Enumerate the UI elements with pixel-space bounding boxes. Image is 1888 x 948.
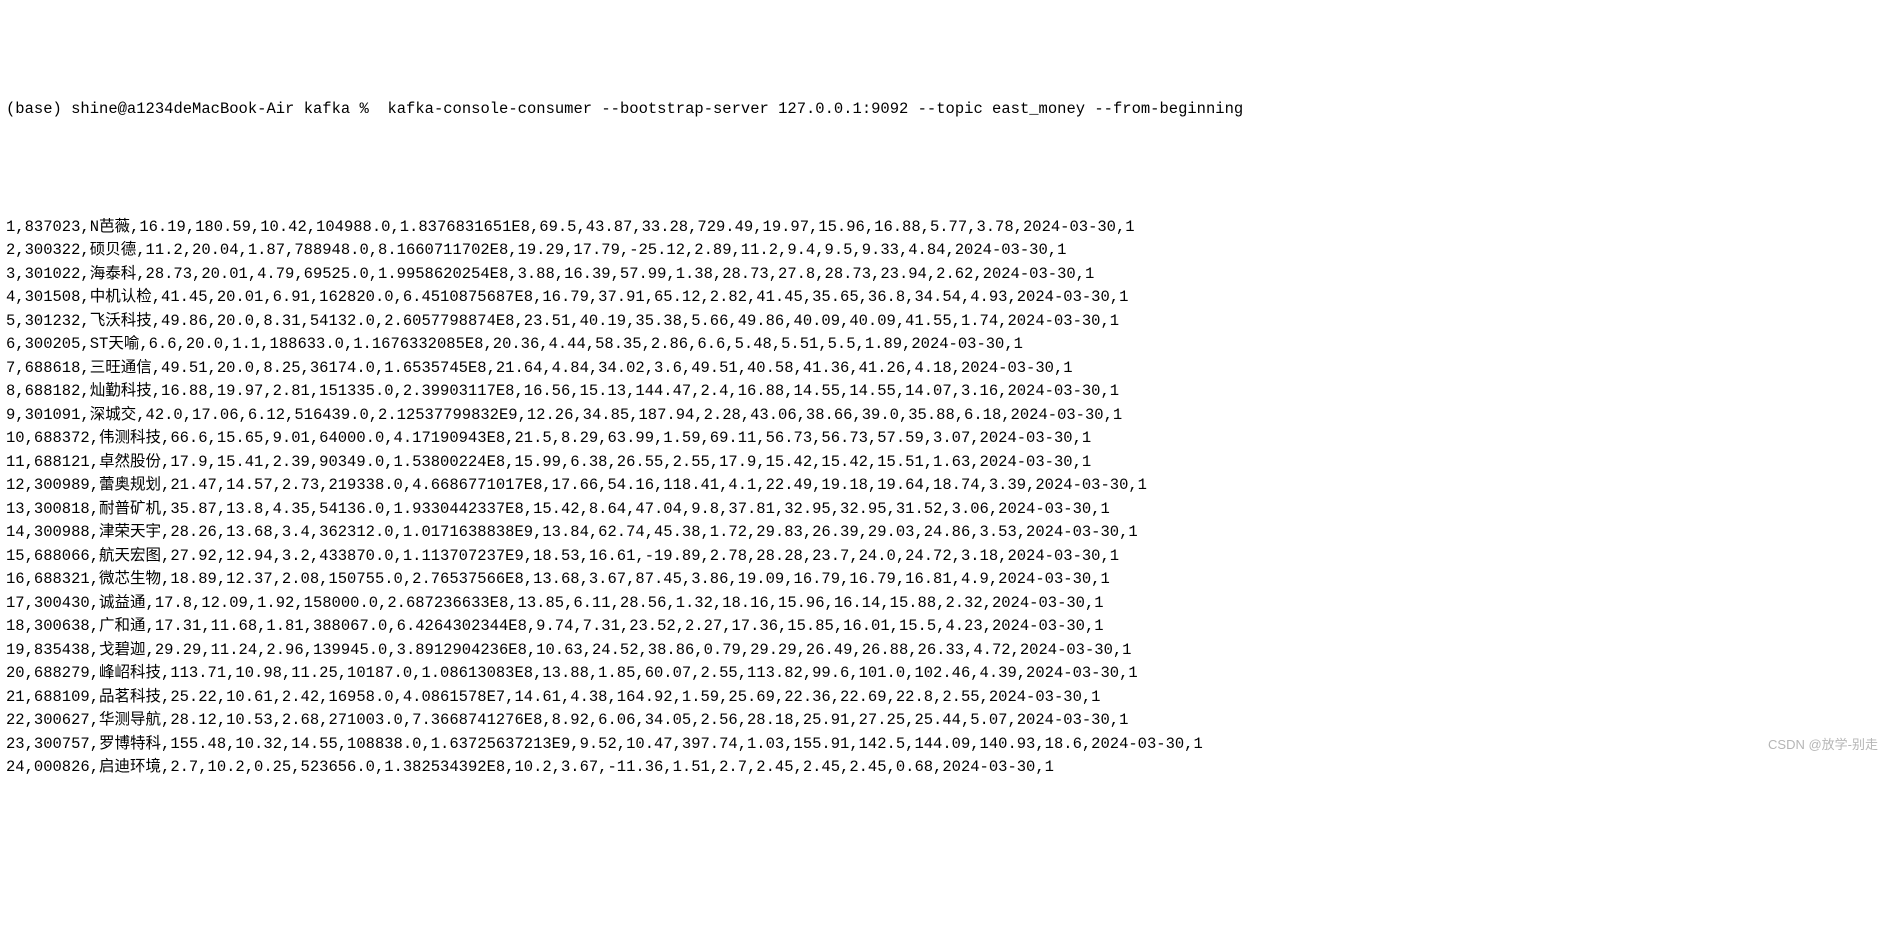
output-line: 4,301508,中机认检,41.45,20.01,6.91,162820.0,… <box>6 286 1882 310</box>
output-line: 22,300627,华测导航,28.12,10.53,2.68,271003.0… <box>6 709 1882 733</box>
prompt-env: (base) <box>6 100 62 118</box>
output-line: 16,688321,微芯生物,18.89,12.37,2.08,150755.0… <box>6 568 1882 592</box>
output-line: 20,688279,峰岹科技,113.71,10.98,11.25,10187.… <box>6 662 1882 686</box>
output-lines: 1,837023,N芭薇,16.19,180.59,10.42,104988.0… <box>6 216 1882 780</box>
prompt-user-host: shine@a1234deMacBook-Air <box>71 100 294 118</box>
output-line: 24,000826,启迪环境,2.7,10.2,0.25,523656.0,1.… <box>6 756 1882 780</box>
output-line: 2,300322,硕贝德,11.2,20.04,1.87,788948.0,8.… <box>6 239 1882 263</box>
output-line: 1,837023,N芭薇,16.19,180.59,10.42,104988.0… <box>6 216 1882 240</box>
output-line: 8,688182,灿勤科技,16.88,19.97,2.81,151335.0,… <box>6 380 1882 404</box>
output-line: 5,301232,飞沃科技,49.86,20.0,8.31,54132.0,2.… <box>6 310 1882 334</box>
output-line: 9,301091,深城交,42.0,17.06,6.12,516439.0,2.… <box>6 404 1882 428</box>
output-line: 13,300818,耐普矿机,35.87,13.8,4.35,54136.0,1… <box>6 498 1882 522</box>
output-line: 11,688121,卓然股份,17.9,15.41,2.39,90349.0,1… <box>6 451 1882 475</box>
output-line: 14,300988,津荣天宇,28.26,13.68,3.4,362312.0,… <box>6 521 1882 545</box>
output-line: 23,300757,罗博特科,155.48,10.32,14.55,108838… <box>6 733 1882 757</box>
prompt-line: (base) shine@a1234deMacBook-Air kafka % … <box>6 98 1882 122</box>
output-line: 19,835438,戈碧迦,29.29,11.24,2.96,139945.0,… <box>6 639 1882 663</box>
output-line: 17,300430,诚益通,17.8,12.09,1.92,158000.0,2… <box>6 592 1882 616</box>
output-line: 18,300638,广和通,17.31,11.68,1.81,388067.0,… <box>6 615 1882 639</box>
output-line: 10,688372,伟测科技,66.6,15.65,9.01,64000.0,4… <box>6 427 1882 451</box>
output-line: 7,688618,三旺通信,49.51,20.0,8.25,36174.0,1.… <box>6 357 1882 381</box>
output-line: 15,688066,航天宏图,27.92,12.94,3.2,433870.0,… <box>6 545 1882 569</box>
output-line: 21,688109,品茗科技,25.22,10.61,2.42,16958.0,… <box>6 686 1882 710</box>
output-line: 12,300989,蕾奥规划,21.47,14.57,2.73,219338.0… <box>6 474 1882 498</box>
blank-gap <box>6 145 1882 192</box>
prompt-symbol: % <box>360 100 369 118</box>
prompt-cwd: kafka <box>304 100 351 118</box>
output-line: 3,301022,海泰科,28.73,20.01,4.79,69525.0,1.… <box>6 263 1882 287</box>
command-text[interactable]: kafka-console-consumer --bootstrap-serve… <box>378 100 1243 118</box>
output-line: 6,300205,ST天喻,6.6,20.0,1.1,188633.0,1.16… <box>6 333 1882 357</box>
